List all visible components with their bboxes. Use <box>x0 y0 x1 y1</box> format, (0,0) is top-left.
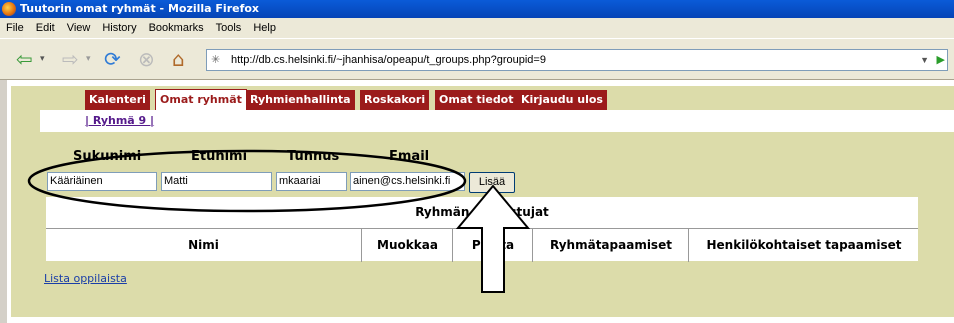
tab-roskakori[interactable]: Roskakori <box>360 90 430 110</box>
menu-help[interactable]: Help <box>247 18 282 38</box>
tunnus-input[interactable]: mkaariai <box>276 172 347 191</box>
navigation-toolbar: ⇦ ▾ ⇨ ▾ ⟳ ⊗ ⌂ ✳ http://db.cs.helsinki.fi/… <box>0 39 954 80</box>
header-poista: Poista <box>452 229 533 262</box>
add-button[interactable]: Lisää <box>469 172 515 193</box>
menu-file[interactable]: File <box>0 18 30 38</box>
header-muokkaa: Muokkaa <box>361 229 453 262</box>
table-header-row: Nimi Muokkaa Poista Ryhmätapaamiset Henk… <box>46 228 918 262</box>
header-nimi: Nimi <box>188 238 219 252</box>
table-caption: Ryhmän osallistujat <box>415 205 549 219</box>
header-henkilokohtaiset: Henkilökohtaiset tapaamiset <box>688 229 919 262</box>
label-sukunimi: Sukunimi <box>73 149 142 164</box>
participants-table: Ryhmän osallistujat Nimi Muokkaa Poista … <box>46 197 918 262</box>
group-link[interactable]: | Ryhmä 9 | <box>85 114 154 127</box>
url-bar[interactable]: ✳ http://db.cs.helsinki.fi/~jhanhisa/opea… <box>206 49 948 71</box>
tab-kalenteri[interactable]: Kalenteri <box>85 90 150 110</box>
firefox-logo-icon <box>2 2 16 16</box>
window-titlebar: Tuutorin omat ryhmät - Mozilla Firefox <box>0 0 954 18</box>
forward-icon[interactable]: ⇨ <box>62 47 79 71</box>
menu-bar: File Edit View History Bookmarks Tools Help <box>0 18 954 39</box>
student-list-link[interactable]: Lista oppilaista <box>44 272 127 285</box>
forward-dropdown-icon[interactable]: ▾ <box>86 47 91 71</box>
email-input[interactable]: ainen@cs.helsinki.fi <box>350 172 465 191</box>
label-etunimi: Etunimi <box>191 149 248 164</box>
menu-tools[interactable]: Tools <box>210 18 248 38</box>
url-text: http://db.cs.helsinki.fi/~jhanhisa/opeap… <box>231 54 546 66</box>
label-tunnus: Tunnus <box>287 149 340 164</box>
menu-view[interactable]: View <box>61 18 97 38</box>
etunimi-input[interactable]: Matti <box>161 172 272 191</box>
header-ryhmatapaamiset: Ryhmätapaamiset <box>532 229 689 262</box>
url-dropdown-icon[interactable]: ▼ <box>920 50 929 70</box>
menu-edit[interactable]: Edit <box>30 18 61 38</box>
tab-omat-tiedot[interactable]: Omat tiedot <box>435 90 518 110</box>
tab-omat-ryhmat[interactable]: Omat ryhmät <box>155 89 247 111</box>
menu-history[interactable]: History <box>96 18 142 38</box>
reload-icon[interactable]: ⟳ <box>104 47 121 71</box>
window-title: Tuutorin omat ryhmät - Mozilla Firefox <box>20 2 260 15</box>
site-icon: ✳ <box>211 54 221 66</box>
content-panel: Kalenteri Omat ryhmät Ryhmienhallinta Ro… <box>11 86 954 317</box>
stop-icon[interactable]: ⊗ <box>138 47 155 71</box>
tab-ryhmienhallinta[interactable]: Ryhmienhallinta <box>246 90 355 110</box>
page-content: Kalenteri Omat ryhmät Ryhmienhallinta Ro… <box>7 80 954 323</box>
label-email: Email <box>389 149 430 164</box>
sukunimi-input[interactable]: Kääriäinen <box>47 172 157 191</box>
group-strip: | Ryhmä 9 | <box>40 110 954 132</box>
menu-bookmarks[interactable]: Bookmarks <box>143 18 210 38</box>
back-icon[interactable]: ⇦ <box>16 47 33 71</box>
home-icon[interactable]: ⌂ <box>172 47 185 71</box>
back-dropdown-icon[interactable]: ▾ <box>40 47 45 71</box>
go-icon[interactable]: ▶ <box>937 50 945 70</box>
tab-kirjaudu-ulos[interactable]: Kirjaudu ulos <box>517 90 607 110</box>
